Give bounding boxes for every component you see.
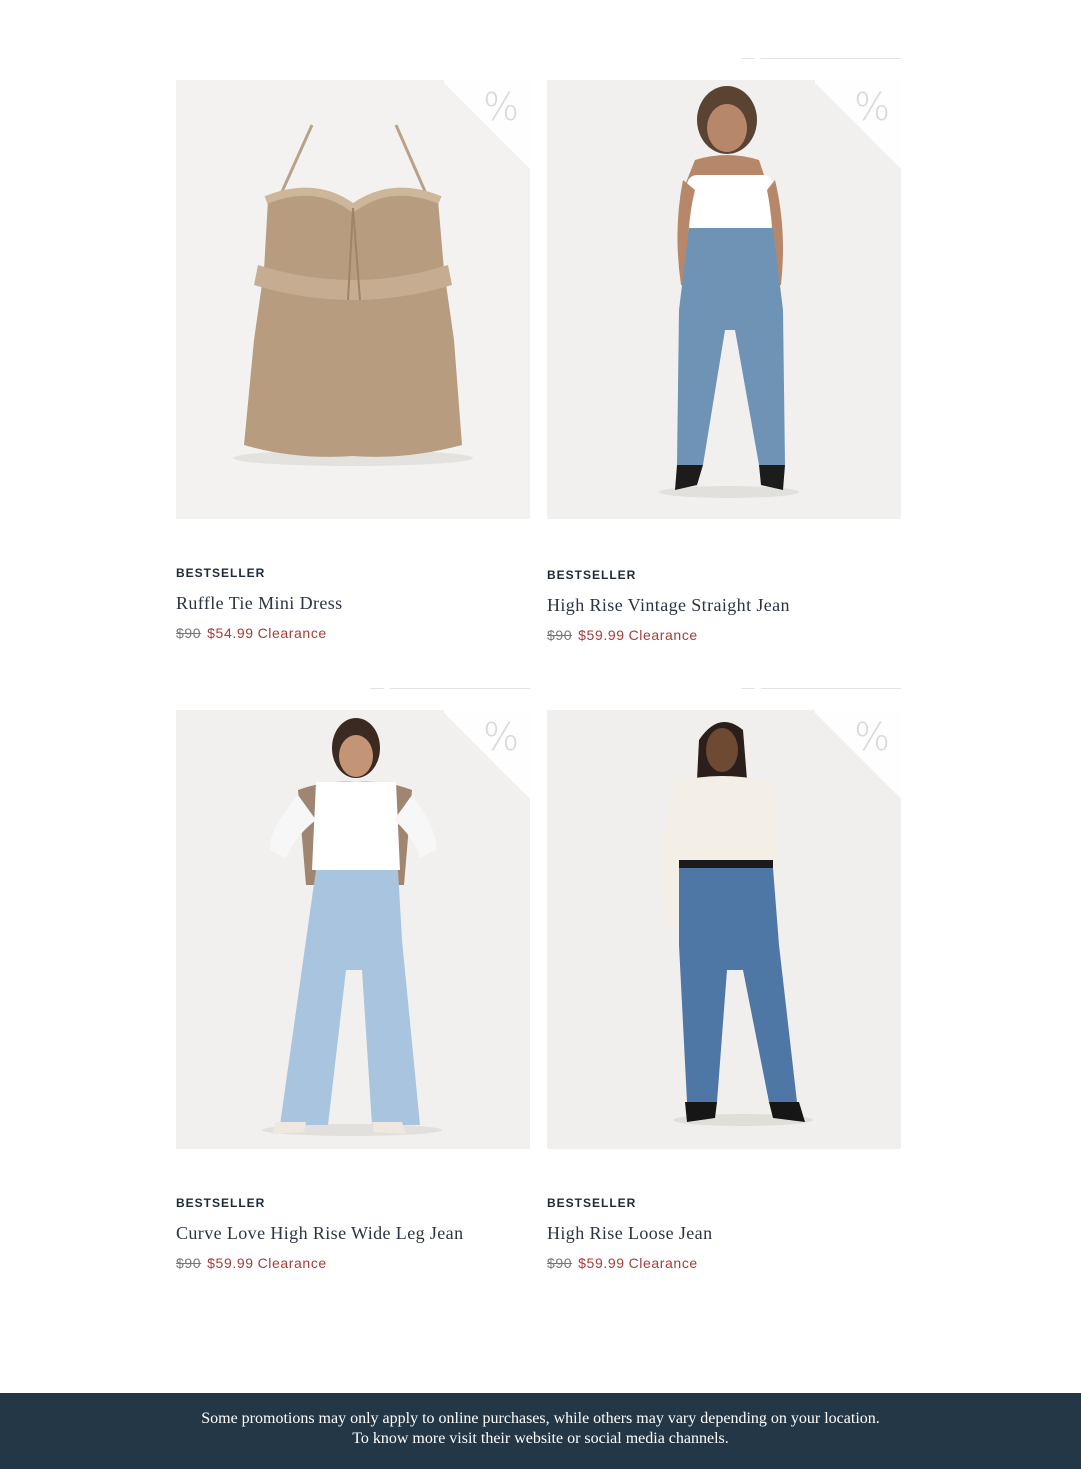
- percent-icon: %: [853, 85, 891, 129]
- price-row: $90 $59.99 Clearance: [176, 1253, 530, 1273]
- product-image[interactable]: %: [547, 80, 901, 519]
- sale-price: $59.99: [578, 627, 625, 643]
- product-image[interactable]: %: [176, 80, 530, 519]
- sale-price: $59.99: [207, 1255, 254, 1271]
- original-price: $90: [176, 1255, 202, 1271]
- divider: [370, 688, 530, 689]
- product-name[interactable]: Curve Love High Rise Wide Leg Jean: [176, 1221, 530, 1245]
- disclaimer-line-1: Some promotions may only apply to online…: [201, 1410, 880, 1427]
- clearance-label: Clearance: [628, 1255, 698, 1271]
- bestseller-badge: BESTSELLER: [176, 566, 266, 580]
- clearance-label: Clearance: [257, 1255, 327, 1271]
- bestseller-badge: BESTSELLER: [547, 568, 637, 582]
- percent-icon: %: [853, 715, 891, 759]
- original-price: $90: [547, 627, 573, 643]
- clearance-label: Clearance: [628, 627, 698, 643]
- product-info: BESTSELLER High Rise Vintage Straight Je…: [547, 567, 901, 645]
- clearance-label: Clearance: [257, 625, 327, 641]
- original-price: $90: [176, 625, 202, 641]
- bestseller-badge: BESTSELLER: [176, 1196, 266, 1210]
- product-image[interactable]: %: [547, 710, 901, 1149]
- sale-price: $54.99: [207, 625, 254, 641]
- percent-icon: %: [482, 715, 520, 759]
- percent-icon: %: [482, 85, 520, 129]
- product-info: BESTSELLER Ruffle Tie Mini Dress $90 $54.…: [176, 565, 530, 643]
- sale-price: $59.99: [578, 1255, 625, 1271]
- footer-disclaimer: Some promotions may only apply to online…: [0, 1393, 1081, 1469]
- price-row: $90 $59.99 Clearance: [547, 625, 901, 645]
- disclaimer-line-2: To know more visit their website or soci…: [352, 1430, 729, 1447]
- product-info: BESTSELLER High Rise Loose Jean $90 $59.9…: [547, 1195, 901, 1273]
- product-name[interactable]: Ruffle Tie Mini Dress: [176, 591, 530, 615]
- price-row: $90 $59.99 Clearance: [547, 1253, 901, 1273]
- product-name[interactable]: High Rise Loose Jean: [547, 1221, 901, 1245]
- divider: [741, 58, 901, 59]
- bestseller-badge: BESTSELLER: [547, 1196, 637, 1210]
- original-price: $90: [547, 1255, 573, 1271]
- product-name[interactable]: High Rise Vintage Straight Jean: [547, 593, 901, 617]
- product-image[interactable]: %: [176, 710, 530, 1149]
- divider: [741, 688, 901, 689]
- price-row: $90 $54.99 Clearance: [176, 623, 530, 643]
- product-info: BESTSELLER Curve Love High Rise Wide Leg…: [176, 1195, 530, 1273]
